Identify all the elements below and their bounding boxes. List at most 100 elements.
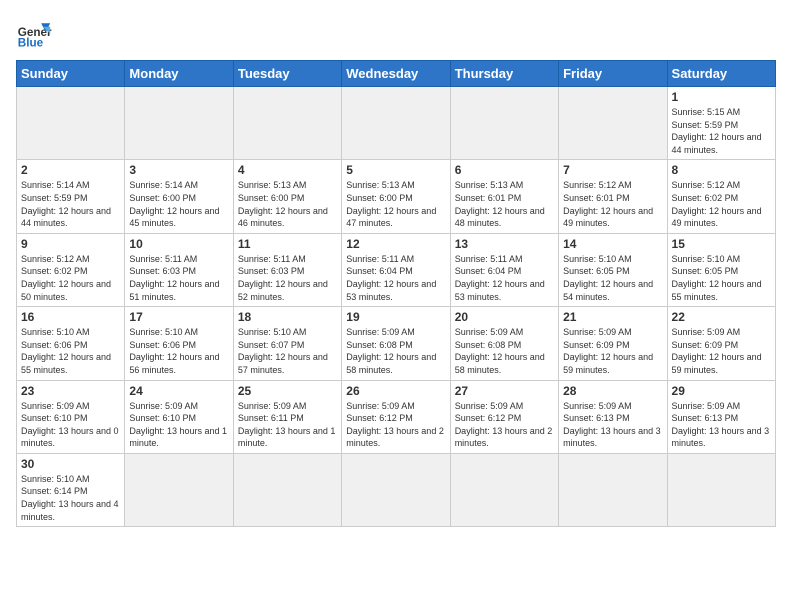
calendar-day-cell <box>125 453 233 526</box>
day-number: 27 <box>455 384 554 398</box>
day-number: 25 <box>238 384 337 398</box>
day-number: 19 <box>346 310 445 324</box>
day-number: 12 <box>346 237 445 251</box>
day-number: 10 <box>129 237 228 251</box>
calendar-day-cell <box>342 87 450 160</box>
calendar-day-cell: 11 Sunrise: 5:11 AM Sunset: 6:03 PM Dayl… <box>233 233 341 306</box>
day-info: Sunrise: 5:11 AM Sunset: 6:03 PM Dayligh… <box>238 253 337 303</box>
calendar-table: Sunday Monday Tuesday Wednesday Thursday… <box>16 60 776 527</box>
calendar-day-cell: 30 Sunrise: 5:10 AM Sunset: 6:14 PM Dayl… <box>17 453 125 526</box>
calendar-day-cell: 5 Sunrise: 5:13 AM Sunset: 6:00 PM Dayli… <box>342 160 450 233</box>
calendar-day-cell <box>667 453 775 526</box>
calendar-day-cell: 18 Sunrise: 5:10 AM Sunset: 6:07 PM Dayl… <box>233 307 341 380</box>
day-info: Sunrise: 5:10 AM Sunset: 6:05 PM Dayligh… <box>563 253 662 303</box>
day-number: 18 <box>238 310 337 324</box>
calendar-day-cell: 16 Sunrise: 5:10 AM Sunset: 6:06 PM Dayl… <box>17 307 125 380</box>
day-info: Sunrise: 5:15 AM Sunset: 5:59 PM Dayligh… <box>672 106 771 156</box>
header-tuesday: Tuesday <box>233 61 341 87</box>
day-number: 29 <box>672 384 771 398</box>
calendar-day-cell <box>17 87 125 160</box>
header-monday: Monday <box>125 61 233 87</box>
calendar-day-cell: 23 Sunrise: 5:09 AM Sunset: 6:10 PM Dayl… <box>17 380 125 453</box>
calendar-day-cell: 6 Sunrise: 5:13 AM Sunset: 6:01 PM Dayli… <box>450 160 558 233</box>
calendar-day-cell <box>125 87 233 160</box>
day-info: Sunrise: 5:09 AM Sunset: 6:11 PM Dayligh… <box>238 400 337 450</box>
day-info: Sunrise: 5:09 AM Sunset: 6:09 PM Dayligh… <box>563 326 662 376</box>
day-info: Sunrise: 5:09 AM Sunset: 6:09 PM Dayligh… <box>672 326 771 376</box>
calendar-day-cell: 12 Sunrise: 5:11 AM Sunset: 6:04 PM Dayl… <box>342 233 450 306</box>
calendar-day-cell: 26 Sunrise: 5:09 AM Sunset: 6:12 PM Dayl… <box>342 380 450 453</box>
day-number: 2 <box>21 163 120 177</box>
calendar-day-cell: 29 Sunrise: 5:09 AM Sunset: 6:13 PM Dayl… <box>667 380 775 453</box>
calendar-day-cell <box>233 87 341 160</box>
calendar-day-cell: 17 Sunrise: 5:10 AM Sunset: 6:06 PM Dayl… <box>125 307 233 380</box>
weekday-header-row: Sunday Monday Tuesday Wednesday Thursday… <box>17 61 776 87</box>
day-number: 21 <box>563 310 662 324</box>
day-info: Sunrise: 5:13 AM Sunset: 6:00 PM Dayligh… <box>238 179 337 229</box>
calendar-day-cell: 28 Sunrise: 5:09 AM Sunset: 6:13 PM Dayl… <box>559 380 667 453</box>
day-number: 28 <box>563 384 662 398</box>
page-header: General Blue <box>16 16 776 52</box>
day-number: 26 <box>346 384 445 398</box>
day-number: 6 <box>455 163 554 177</box>
day-info: Sunrise: 5:11 AM Sunset: 6:03 PM Dayligh… <box>129 253 228 303</box>
calendar-day-cell: 2 Sunrise: 5:14 AM Sunset: 5:59 PM Dayli… <box>17 160 125 233</box>
day-info: Sunrise: 5:12 AM Sunset: 6:02 PM Dayligh… <box>672 179 771 229</box>
day-number: 22 <box>672 310 771 324</box>
calendar-day-cell: 7 Sunrise: 5:12 AM Sunset: 6:01 PM Dayli… <box>559 160 667 233</box>
day-info: Sunrise: 5:11 AM Sunset: 6:04 PM Dayligh… <box>346 253 445 303</box>
day-info: Sunrise: 5:10 AM Sunset: 6:05 PM Dayligh… <box>672 253 771 303</box>
day-info: Sunrise: 5:12 AM Sunset: 6:02 PM Dayligh… <box>21 253 120 303</box>
day-number: 14 <box>563 237 662 251</box>
day-number: 23 <box>21 384 120 398</box>
day-number: 20 <box>455 310 554 324</box>
day-number: 8 <box>672 163 771 177</box>
calendar-week-row: 23 Sunrise: 5:09 AM Sunset: 6:10 PM Dayl… <box>17 380 776 453</box>
day-number: 11 <box>238 237 337 251</box>
header-friday: Friday <box>559 61 667 87</box>
day-info: Sunrise: 5:09 AM Sunset: 6:08 PM Dayligh… <box>455 326 554 376</box>
day-number: 16 <box>21 310 120 324</box>
day-info: Sunrise: 5:14 AM Sunset: 5:59 PM Dayligh… <box>21 179 120 229</box>
day-info: Sunrise: 5:10 AM Sunset: 6:14 PM Dayligh… <box>21 473 120 523</box>
svg-text:Blue: Blue <box>18 37 44 50</box>
calendar-week-row: 1 Sunrise: 5:15 AM Sunset: 5:59 PM Dayli… <box>17 87 776 160</box>
day-info: Sunrise: 5:09 AM Sunset: 6:13 PM Dayligh… <box>672 400 771 450</box>
calendar-day-cell: 10 Sunrise: 5:11 AM Sunset: 6:03 PM Dayl… <box>125 233 233 306</box>
calendar-day-cell: 20 Sunrise: 5:09 AM Sunset: 6:08 PM Dayl… <box>450 307 558 380</box>
day-info: Sunrise: 5:09 AM Sunset: 6:12 PM Dayligh… <box>346 400 445 450</box>
day-info: Sunrise: 5:09 AM Sunset: 6:10 PM Dayligh… <box>129 400 228 450</box>
calendar-week-row: 16 Sunrise: 5:10 AM Sunset: 6:06 PM Dayl… <box>17 307 776 380</box>
header-sunday: Sunday <box>17 61 125 87</box>
day-info: Sunrise: 5:12 AM Sunset: 6:01 PM Dayligh… <box>563 179 662 229</box>
day-number: 5 <box>346 163 445 177</box>
day-info: Sunrise: 5:10 AM Sunset: 6:06 PM Dayligh… <box>21 326 120 376</box>
day-number: 7 <box>563 163 662 177</box>
day-number: 4 <box>238 163 337 177</box>
day-info: Sunrise: 5:13 AM Sunset: 6:00 PM Dayligh… <box>346 179 445 229</box>
calendar-day-cell <box>559 87 667 160</box>
logo: General Blue <box>16 16 52 52</box>
calendar-day-cell: 14 Sunrise: 5:10 AM Sunset: 6:05 PM Dayl… <box>559 233 667 306</box>
calendar-day-cell <box>233 453 341 526</box>
logo-icon: General Blue <box>16 16 52 52</box>
calendar-day-cell: 1 Sunrise: 5:15 AM Sunset: 5:59 PM Dayli… <box>667 87 775 160</box>
header-thursday: Thursday <box>450 61 558 87</box>
header-wednesday: Wednesday <box>342 61 450 87</box>
header-saturday: Saturday <box>667 61 775 87</box>
day-number: 17 <box>129 310 228 324</box>
calendar-day-cell: 19 Sunrise: 5:09 AM Sunset: 6:08 PM Dayl… <box>342 307 450 380</box>
calendar-day-cell: 21 Sunrise: 5:09 AM Sunset: 6:09 PM Dayl… <box>559 307 667 380</box>
calendar-day-cell: 13 Sunrise: 5:11 AM Sunset: 6:04 PM Dayl… <box>450 233 558 306</box>
calendar-week-row: 2 Sunrise: 5:14 AM Sunset: 5:59 PM Dayli… <box>17 160 776 233</box>
calendar-day-cell <box>450 87 558 160</box>
calendar-day-cell <box>342 453 450 526</box>
calendar-day-cell: 25 Sunrise: 5:09 AM Sunset: 6:11 PM Dayl… <box>233 380 341 453</box>
day-number: 9 <box>21 237 120 251</box>
calendar-day-cell: 4 Sunrise: 5:13 AM Sunset: 6:00 PM Dayli… <box>233 160 341 233</box>
day-info: Sunrise: 5:09 AM Sunset: 6:12 PM Dayligh… <box>455 400 554 450</box>
day-number: 13 <box>455 237 554 251</box>
day-info: Sunrise: 5:09 AM Sunset: 6:10 PM Dayligh… <box>21 400 120 450</box>
day-info: Sunrise: 5:14 AM Sunset: 6:00 PM Dayligh… <box>129 179 228 229</box>
day-info: Sunrise: 5:10 AM Sunset: 6:06 PM Dayligh… <box>129 326 228 376</box>
